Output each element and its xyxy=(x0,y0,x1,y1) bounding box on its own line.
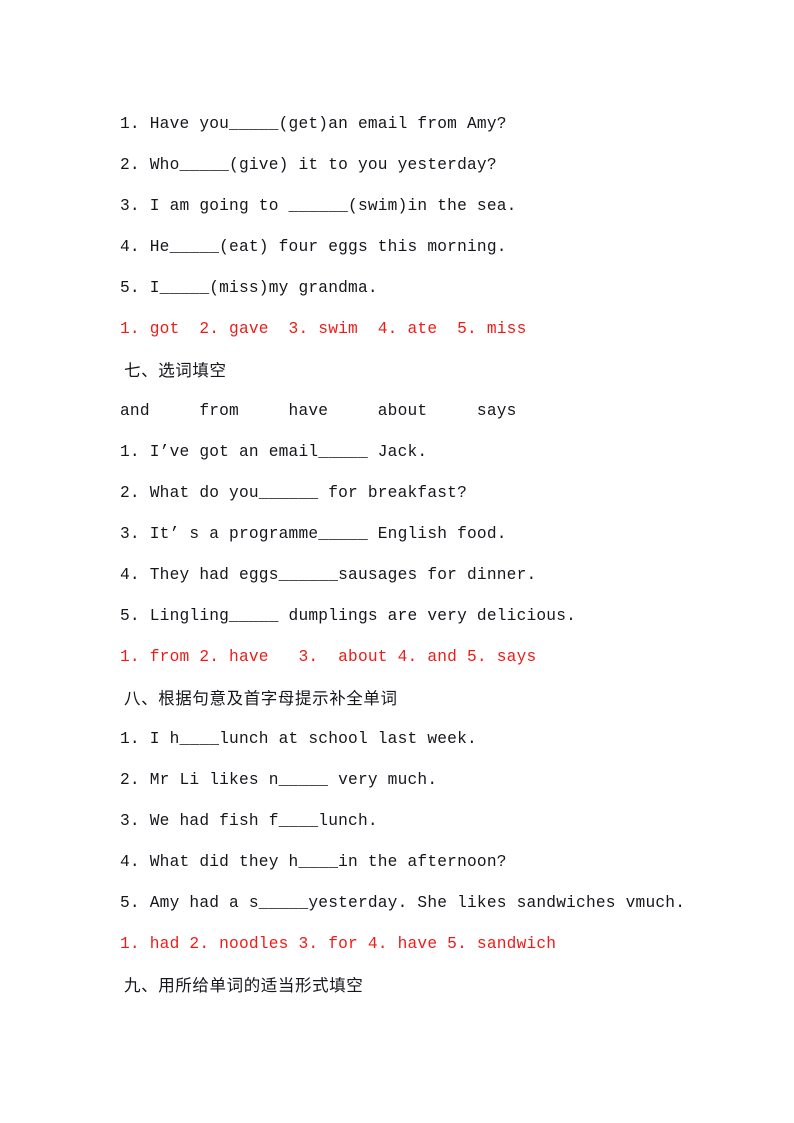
word-bank: and from have about says xyxy=(120,402,517,420)
section-heading: 九、用所给单词的适当形式填空 xyxy=(124,976,364,995)
exercise-item: 4. They had eggs______sausages for dinne… xyxy=(120,566,537,584)
exercise-item: 2. Who_____(give) it to you yesterday? xyxy=(120,156,497,174)
exercise-item: 2. What do you______ for breakfast? xyxy=(120,484,467,502)
worksheet-page: 1. Have you_____(get)an email from Amy? 2… xyxy=(0,0,794,1123)
answer-line: 1. got 2. gave 3. swim 4. ate 5. miss xyxy=(120,320,527,338)
exercise-item: 5. Lingling_____ dumplings are very deli… xyxy=(120,607,577,625)
section-heading: 七、选词填空 xyxy=(124,361,227,380)
exercise-item: 1. I h____lunch at school last week. xyxy=(120,730,477,748)
exercise-item: 3. We had fish f____lunch. xyxy=(120,812,378,830)
section-heading: 八、根据句意及首字母提示补全单词 xyxy=(124,689,398,708)
exercise-item: 2. Mr Li likes n_____ very much. xyxy=(120,771,438,789)
exercise-item: 1. Have you_____(get)an email from Amy? xyxy=(120,115,507,133)
exercise-item: 5. I_____(miss)my grandma. xyxy=(120,279,378,297)
exercise-item: 4. He_____(eat) four eggs this morning. xyxy=(120,238,507,256)
exercise-item: 3. I am going to ______(swim)in the sea. xyxy=(120,197,517,215)
answer-line: 1. from 2. have 3. about 4. and 5. says xyxy=(120,648,537,666)
worksheet-content: 1. Have you_____(get)an email from Amy? 2… xyxy=(120,104,740,1006)
exercise-item: 5. Amy had a s_____yesterday. She likes … xyxy=(120,894,686,912)
exercise-item: 1. I’ve got an email_____ Jack. xyxy=(120,443,428,461)
exercise-item: 4. What did they h____in the afternoon? xyxy=(120,853,507,871)
answer-line: 1. had 2. noodles 3. for 4. have 5. sand… xyxy=(120,935,557,953)
exercise-item: 3. It’ s a programme_____ English food. xyxy=(120,525,507,543)
